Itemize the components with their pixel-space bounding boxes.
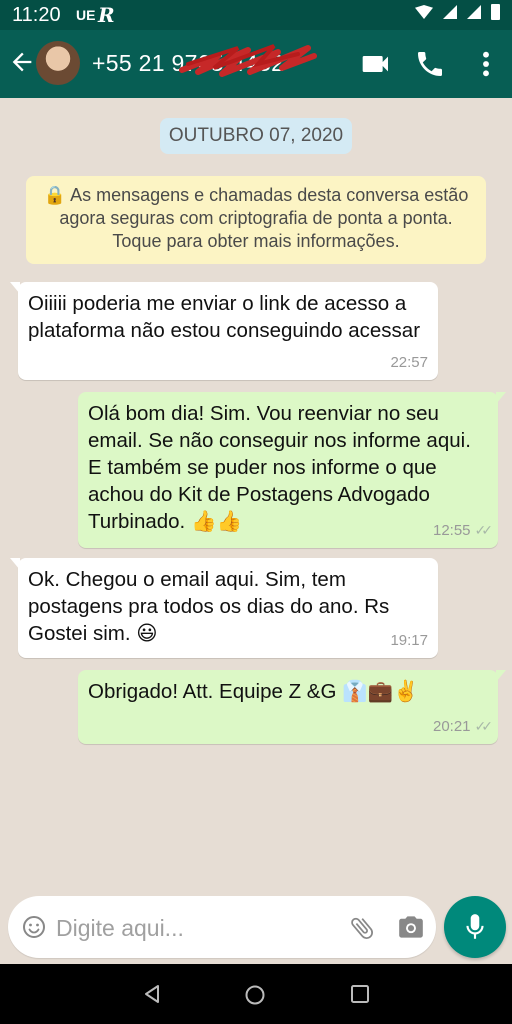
wifi-icon <box>415 5 433 19</box>
chat-area[interactable]: OUTUBRO 07, 2020 🔒 As mensagens e chamad… <box>0 98 512 898</box>
date-chip: OUTUBRO 07, 2020 <box>160 118 352 154</box>
status-time: 11:20 <box>12 4 61 26</box>
nav-recents-icon[interactable] <box>350 984 370 1004</box>
message-outgoing[interactable]: Obrigado! Att. Equipe Z &G 👔💼✌️ 20:21 ✓✓ <box>78 670 506 744</box>
system-nav-bar <box>0 964 512 1024</box>
camera-icon[interactable] <box>396 914 426 940</box>
message-text: Olá bom dia! Sim. Vou reenviar no seu em… <box>88 402 471 533</box>
read-ticks-icon: ✓✓ <box>474 718 494 734</box>
chat-header: +55 21 9765-4432 <box>0 30 512 98</box>
mic-icon <box>466 914 484 939</box>
message-text: Obrigado! Att. Equipe Z &G 👔💼✌️ <box>88 680 419 703</box>
message-time: 12:55 <box>432 522 471 539</box>
message-time: 19:17 <box>390 632 428 649</box>
message-incoming[interactable]: Oiiiii poderia me enviar o link de acess… <box>10 282 438 380</box>
emoji-icon[interactable] <box>22 915 46 939</box>
status-bar: 11:20 UE R <box>0 0 512 30</box>
nav-home-icon[interactable] <box>244 984 266 1006</box>
voice-call-icon[interactable] <box>414 48 446 80</box>
message-meta: 20:21 ✓✓ <box>432 713 494 740</box>
r-app-icon: R <box>98 3 115 27</box>
message-text: Ok. Chegou o email aqui. Sim, tem postag… <box>28 568 390 645</box>
signal-icon <box>443 5 457 19</box>
overflow-menu-icon[interactable] <box>470 48 502 80</box>
message-outgoing[interactable]: Olá bom dia! Sim. Vou reenviar no seu em… <box>78 392 506 548</box>
nav-back-icon[interactable] <box>142 984 162 1004</box>
battery-icon <box>491 4 500 20</box>
message-time: 20:21 <box>432 718 471 735</box>
message-text: Oiiiii poderia me enviar o link de acess… <box>28 292 421 342</box>
message-meta: 19:17 <box>390 627 428 654</box>
message-time: 22:57 <box>390 354 428 371</box>
encryption-notice[interactable]: 🔒 As mensagens e chamadas desta conversa… <box>26 176 486 264</box>
message-composer <box>8 896 436 958</box>
attach-icon[interactable] <box>348 914 376 942</box>
mic-button[interactable] <box>444 896 506 958</box>
message-meta: 22:57 <box>390 349 428 376</box>
status-icons <box>415 4 500 20</box>
avatar[interactable] <box>36 41 80 85</box>
read-ticks-icon: ✓✓ <box>474 522 494 538</box>
signal-icon-2 <box>467 5 481 19</box>
back-arrow-icon[interactable] <box>8 48 36 76</box>
message-input[interactable] <box>54 911 338 945</box>
redaction-scribble <box>179 44 317 77</box>
video-call-icon[interactable] <box>360 48 392 80</box>
status-carrier: UE <box>76 7 96 23</box>
message-meta: 12:55 ✓✓ <box>432 517 494 544</box>
message-incoming[interactable]: Ok. Chegou o email aqui. Sim, tem postag… <box>10 558 438 658</box>
